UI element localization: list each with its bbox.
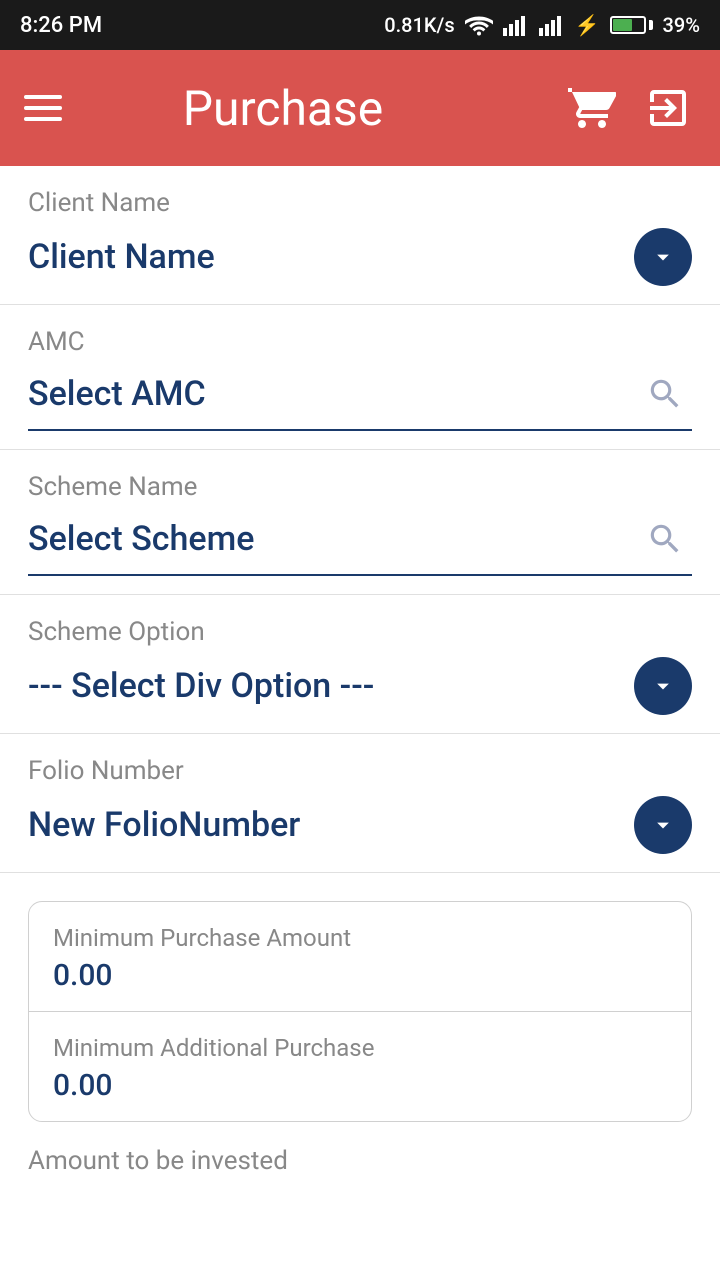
scheme-option-label: Scheme Option: [28, 617, 692, 647]
folio-number-dropdown[interactable]: [634, 796, 692, 854]
network-speed: 0.81K/s: [384, 13, 454, 37]
scheme-option-field: Scheme Option --- Select Div Option ---: [0, 595, 720, 734]
folio-number-value: New FolioNumber: [28, 805, 300, 845]
battery-indicator: [610, 16, 653, 34]
exit-icon: [644, 84, 692, 132]
client-name-dropdown[interactable]: [634, 228, 692, 286]
amount-label: Amount to be invested: [28, 1146, 692, 1176]
battery-percent: 39%: [663, 13, 700, 37]
client-name-row[interactable]: Client Name: [28, 228, 692, 286]
client-name-label: Client Name: [28, 188, 692, 218]
amc-row[interactable]: Select AMC: [28, 367, 692, 421]
time-display: 8:26 PM: [20, 13, 102, 38]
info-card: Minimum Purchase Amount 0.00 Minimum Add…: [28, 901, 692, 1122]
main-content: Client Name Client Name AMC Select AMC S…: [0, 166, 720, 1280]
min-purchase-row: Minimum Purchase Amount 0.00: [29, 902, 691, 1011]
status-bar: 8:26 PM 0.81K/s ⚡ 39%: [0, 0, 720, 50]
page-title: Purchase: [2, 80, 564, 137]
scheme-option-value: --- Select Div Option ---: [28, 666, 374, 706]
min-purchase-label: Minimum Purchase Amount: [53, 924, 667, 952]
client-name-field: Client Name Client Name: [0, 166, 720, 305]
amc-search-button[interactable]: [638, 367, 692, 421]
exit-button[interactable]: [640, 80, 696, 136]
scheme-name-field: Scheme Name Select Scheme: [0, 450, 720, 595]
signal-icon-2: [539, 14, 565, 36]
min-additional-row: Minimum Additional Purchase 0.00: [29, 1011, 691, 1121]
amc-value: Select AMC: [28, 374, 206, 414]
signal-icon: [503, 14, 529, 36]
amc-label: AMC: [28, 327, 692, 357]
cart-icon: [568, 84, 616, 132]
status-icons: 0.81K/s ⚡ 39%: [384, 13, 700, 37]
scheme-name-row[interactable]: Select Scheme: [28, 512, 692, 566]
cart-button[interactable]: [564, 80, 620, 136]
client-name-value: Client Name: [28, 237, 215, 277]
scheme-name-label: Scheme Name: [28, 472, 692, 502]
app-bar: Purchase: [0, 50, 720, 166]
amount-field: Amount to be invested: [0, 1122, 720, 1186]
min-additional-value: 0.00: [53, 1068, 667, 1103]
scheme-name-value: Select Scheme: [28, 519, 254, 559]
wifi-icon: [465, 14, 493, 36]
scheme-option-row[interactable]: --- Select Div Option ---: [28, 657, 692, 715]
folio-number-row[interactable]: New FolioNumber: [28, 796, 692, 854]
app-bar-actions: [564, 80, 696, 136]
min-additional-label: Minimum Additional Purchase: [53, 1034, 667, 1062]
scheme-option-dropdown[interactable]: [634, 657, 692, 715]
amc-field: AMC Select AMC: [0, 305, 720, 450]
min-purchase-value: 0.00: [53, 958, 667, 993]
folio-number-label: Folio Number: [28, 756, 692, 786]
folio-number-field: Folio Number New FolioNumber: [0, 734, 720, 873]
scheme-search-button[interactable]: [638, 512, 692, 566]
charging-icon: ⚡: [575, 13, 600, 37]
